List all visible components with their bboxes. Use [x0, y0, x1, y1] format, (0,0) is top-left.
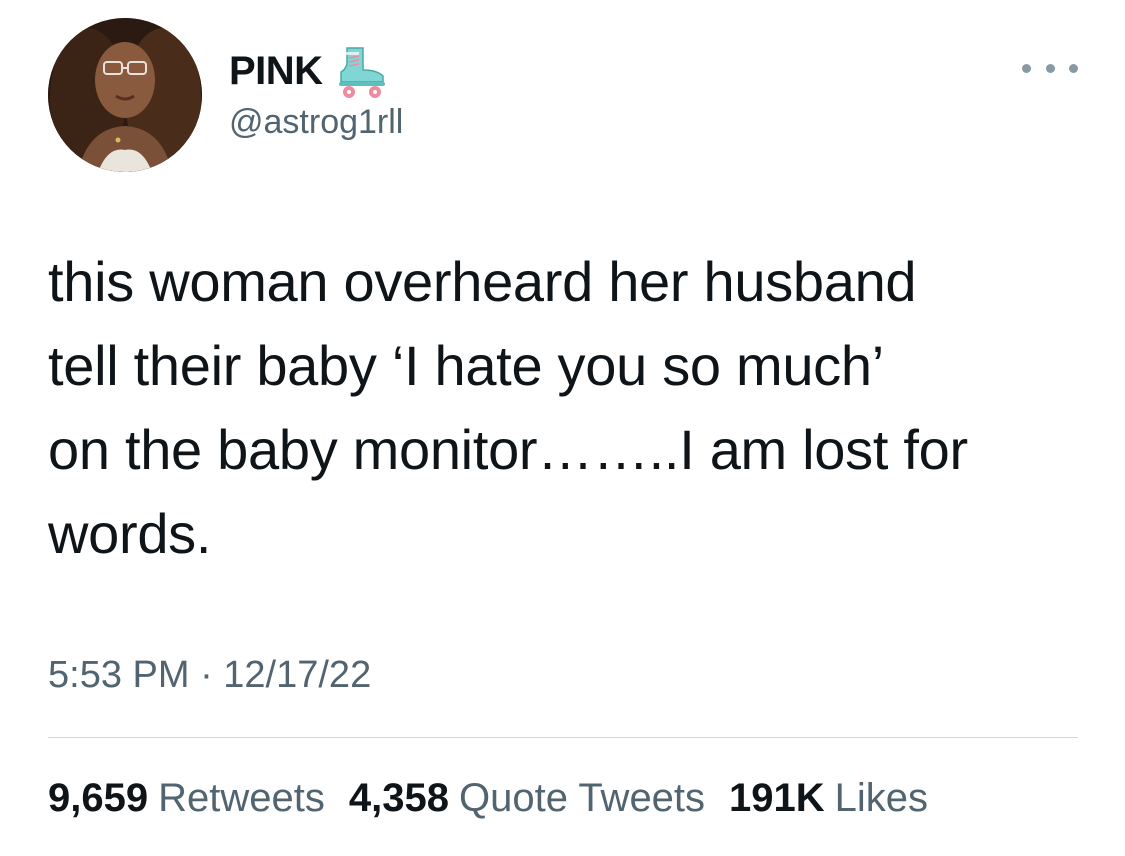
more-dot — [1045, 63, 1055, 73]
avatar[interactable] — [48, 18, 202, 172]
likes-stat[interactable]: 191K Likes — [729, 772, 928, 824]
tweet: PINK @astrog1rll this woman overheard he… — [0, 0, 1125, 856]
retweets-stat[interactable]: 9,659 Retweets — [48, 772, 325, 824]
tweet-stats: 9,659 Retweets 4,358 Quote Tweets 191K Like… — [48, 772, 928, 824]
tweet-timestamp[interactable]: 5:53 PM · 12/17/22 — [48, 650, 371, 700]
divider — [48, 737, 1078, 738]
display-name-text: PINK — [229, 49, 323, 93]
tweet-text: this woman overheard her husband tell th… — [48, 250, 968, 565]
more-options-icon[interactable] — [1022, 58, 1078, 78]
more-dot — [1069, 63, 1078, 73]
more-dot — [1022, 63, 1031, 73]
display-name[interactable]: PINK — [229, 42, 391, 100]
quote-tweets-label: Quote Tweets — [458, 776, 706, 820]
retweets-label: Retweets — [158, 776, 325, 820]
quote-tweets-count: 4,358 — [348, 776, 449, 820]
roller-skate-icon — [333, 42, 391, 100]
quote-tweets-stat[interactable]: 4,358 Quote Tweets — [349, 772, 705, 824]
retweets-count: 9,659 — [48, 776, 149, 820]
likes-count: 191K — [729, 776, 825, 820]
user-handle[interactable]: @astrog1rll — [229, 100, 403, 144]
likes-label: Likes — [834, 776, 929, 820]
